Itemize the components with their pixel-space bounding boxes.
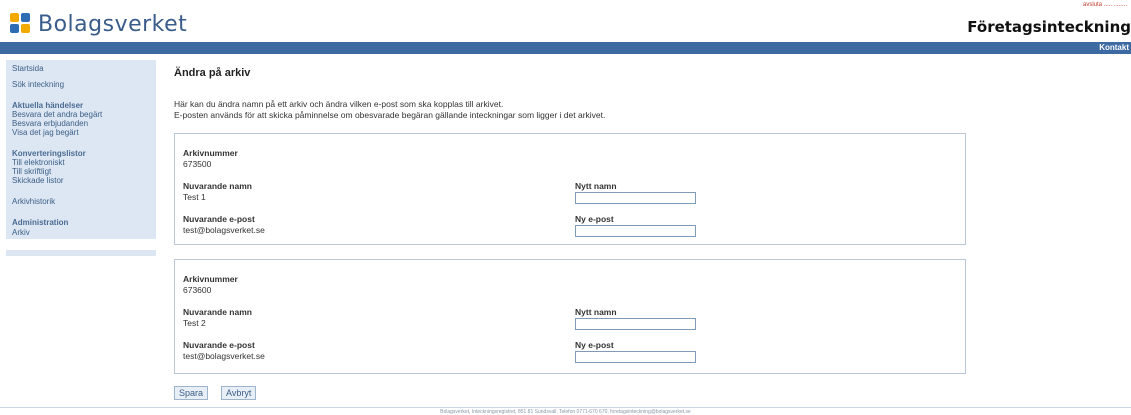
archive-number-label: Arkivnummer — [183, 148, 238, 158]
sidebar-nav: Startsida Sök inteckning Aktuella händel… — [6, 60, 156, 256]
archive-card: Arkivnummer 673600 Nuvarande namn Test 2… — [174, 259, 966, 374]
archive-number: 673500 — [183, 159, 212, 169]
intro-text-1: Här kan du ändra namn på ett arkiv och ä… — [174, 99, 504, 109]
save-button[interactable]: Spara — [174, 386, 209, 400]
bolagsverket-logo-icon — [10, 13, 32, 35]
sidebar-item-arkiv[interactable]: Arkiv — [12, 228, 30, 237]
archive-card: Arkivnummer 673500 Nuvarande namn Test 1… — [174, 133, 966, 245]
new-name-label: Nytt namn — [575, 307, 617, 317]
top-links[interactable]: avsluta ..... ........ — [1083, 2, 1127, 8]
sidebar-heading-aktuella-handelser: Aktuella händelser — [12, 101, 84, 110]
sidebar-item-visa-begart[interactable]: Visa det jag begärt — [12, 128, 79, 137]
sidebar-item-skickade-listor[interactable]: Skickade listor — [12, 176, 64, 185]
top-navbar: Kontakt — [0, 42, 1131, 54]
cancel-button[interactable]: Avbryt — [221, 386, 257, 400]
contact-link[interactable]: Kontakt — [1099, 42, 1129, 54]
sidebar-active-highlight — [6, 239, 156, 250]
sidebar-item-till-elektroniskt[interactable]: Till elektroniskt — [12, 158, 65, 167]
current-email: test@bolagsverket.se — [183, 225, 265, 235]
current-email: test@bolagsverket.se — [183, 351, 265, 361]
archive-number-label: Arkivnummer — [183, 274, 238, 284]
sidebar-heading-konverteringslistor: Konverteringslistor — [12, 149, 86, 158]
intro-text-2: E-posten används för att skicka påminnel… — [174, 110, 606, 120]
sidebar-item-till-skriftligt[interactable]: Till skriftligt — [12, 167, 51, 176]
logo-text: Bolagsverket — [38, 11, 188, 37]
new-name-label: Nytt namn — [575, 181, 617, 191]
new-email-input[interactable] — [575, 225, 696, 237]
current-email-label: Nuvarande e-post — [183, 214, 255, 224]
current-name-label: Nuvarande namn — [183, 181, 252, 191]
sidebar-item-besvara-andra[interactable]: Besvara det andra begärt — [12, 110, 102, 119]
sidebar-item-startsida[interactable]: Startsida — [12, 64, 44, 73]
new-email-label: Ny e-post — [575, 340, 614, 350]
current-name: Test 1 — [183, 192, 206, 202]
current-name: Test 2 — [183, 318, 206, 328]
sidebar-heading-administration: Administration — [12, 218, 69, 227]
service-title: Företagsinteckning — [967, 18, 1131, 36]
sidebar-item-besvara-erbjudanden[interactable]: Besvara erbjudanden — [12, 119, 88, 128]
logo[interactable]: Bolagsverket — [10, 11, 188, 37]
archive-number: 673600 — [183, 285, 212, 295]
new-name-input[interactable] — [575, 192, 696, 204]
new-email-input[interactable] — [575, 351, 696, 363]
current-name-label: Nuvarande namn — [183, 307, 252, 317]
new-name-input[interactable] — [575, 318, 696, 330]
sidebar-item-sok-inteckning[interactable]: Sök inteckning — [12, 80, 64, 89]
page-header: Bolagsverket avsluta ..... ........ Före… — [0, 0, 1131, 40]
footer-text: Bolagsverket, Inteckningsregistret, 851 … — [440, 409, 691, 415]
sidebar-item-arkivhistorik[interactable]: Arkivhistorik — [12, 197, 55, 206]
page-title: Ändra på arkiv — [174, 67, 251, 79]
new-email-label: Ny e-post — [575, 214, 614, 224]
footer-divider — [0, 407, 1131, 408]
current-email-label: Nuvarande e-post — [183, 340, 255, 350]
